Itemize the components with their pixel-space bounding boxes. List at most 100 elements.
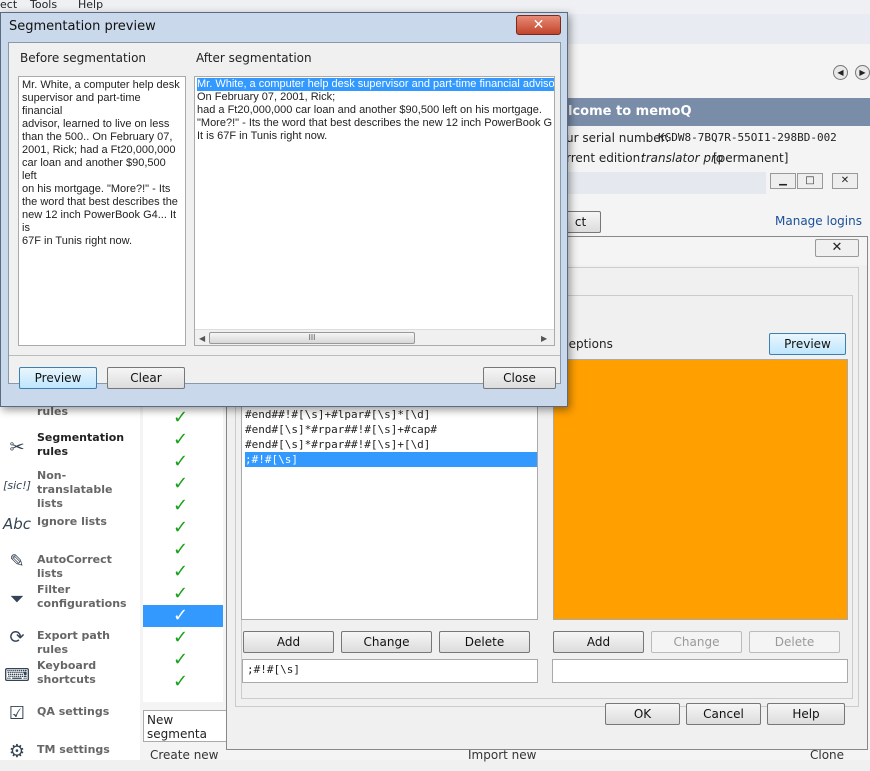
check-icon: ✓: [173, 473, 189, 494]
forward-icon[interactable]: ▶: [855, 65, 870, 80]
sidebar-item-label: rules: [37, 405, 69, 418]
horizontal-scrollbar[interactable]: ◀ III ▶: [195, 329, 554, 345]
filter-icon: ⏷: [9, 589, 25, 610]
rule-item[interactable]: #end#[\s]*#rpar##!#[\s]+[\d]: [245, 437, 537, 452]
sidebar-item-keyboard-shortcuts[interactable]: ⌨ Keyboard shortcuts: [0, 659, 140, 695]
after-segment[interactable]: had a Ft20,000,000 car loan and another …: [197, 104, 552, 117]
check-icon: ✓: [173, 407, 189, 428]
new-segmentation-field[interactable]: New segmenta: [143, 710, 233, 742]
check-icon: ✓: [173, 605, 189, 626]
sidebar-item-label: QA settings: [37, 705, 110, 718]
sic-icon: [sic!]: [3, 479, 31, 492]
add-rule-button[interactable]: Add: [243, 631, 334, 653]
keyboard-icon: ⌨: [4, 665, 30, 686]
scroll-right-icon[interactable]: ▶: [541, 332, 547, 345]
before-line: car loan and another $90,500 left: [22, 157, 166, 182]
sidebar-item-label: Segmentation rules: [37, 431, 125, 458]
sidebar-item-label: AutoCorrect lists: [37, 553, 112, 580]
minimize-icon[interactable]: ▁: [770, 173, 796, 189]
window-controls: ▁ □ ✕: [770, 173, 870, 191]
manage-logins-link[interactable]: Manage logins: [775, 214, 862, 228]
preview-button[interactable]: Preview: [19, 367, 97, 389]
menu-item-help[interactable]: Help: [78, 0, 103, 11]
check-icon: ✓: [173, 539, 189, 560]
after-segment-selected[interactable]: Mr. White, a computer help desk supervis…: [197, 78, 554, 91]
rule-input[interactable]: ;#!#[\s]: [242, 659, 538, 683]
edition-suffix: [permanent]: [713, 151, 789, 165]
autocorrect-icon: ✎: [9, 551, 25, 572]
export-icon: ⟳: [9, 627, 25, 648]
sidebar-item-label: Filter configurations: [37, 583, 127, 610]
clear-button[interactable]: Clear: [107, 367, 185, 389]
scrollbar-thumb[interactable]: III: [209, 332, 415, 344]
check-icon: ✓: [173, 495, 189, 516]
before-line: on his mortgage. "More?!" - Its: [22, 183, 171, 195]
before-line: new 12 inch PowerBook G4... It is: [22, 209, 177, 234]
after-label: After segmentation: [196, 51, 312, 65]
before-label: Before segmentation: [20, 51, 147, 65]
rule-item[interactable]: #end#[\s]*#rpar##!#[\s]+#cap#: [245, 422, 537, 437]
tm-icon: ⚙: [8, 741, 26, 762]
sidebar-item-ignore-lists[interactable]: Abc Ignore lists: [0, 507, 140, 543]
sidebar-item-label: Ignore lists: [37, 515, 107, 528]
scissors-icon: ✂: [9, 437, 25, 458]
dialog-title: Segmentation preview: [9, 19, 156, 34]
edition-label: rrent edition:: [566, 151, 645, 165]
qa-icon: ☑: [8, 703, 26, 724]
maximize-icon[interactable]: □: [797, 173, 823, 189]
after-segment[interactable]: It is 67F in Tunis right now.: [197, 130, 552, 143]
change-exception-button[interactable]: Change: [651, 631, 742, 653]
exception-input[interactable]: [552, 659, 848, 683]
sidebar-item-label: Non-translatable lists: [37, 469, 113, 510]
after-segment[interactable]: "More?!" - Its the word that best descri…: [197, 117, 552, 130]
add-exception-button[interactable]: Add: [553, 631, 644, 653]
sidebar-item-label: TM settings: [37, 743, 110, 756]
after-text-box[interactable]: Mr. White, a computer help desk supervis…: [194, 76, 555, 346]
sidebar-item-label: Export path rules: [37, 629, 110, 656]
change-rule-button[interactable]: Change: [341, 631, 432, 653]
before-line: supervisor and part-time financial: [22, 92, 141, 117]
scroll-left-icon[interactable]: ◀: [199, 332, 205, 345]
check-icon: ✓: [173, 451, 189, 472]
exceptions-preview-button[interactable]: Preview: [769, 333, 846, 355]
sidebar-item-filter-configurations[interactable]: ⏷ Filter configurations: [0, 583, 140, 619]
serial-label: ur serial number:: [566, 131, 670, 145]
sidebar-item-tm-settings[interactable]: ⚙ TM settings: [0, 735, 140, 771]
edition-value: translator pro: [641, 151, 724, 165]
sidebar: rules ✂ Segmentation rules [sic!] Non-tr…: [0, 395, 140, 762]
sidebar-item-autocorrect[interactable]: ✎ AutoCorrect lists: [0, 545, 140, 581]
check-icon: ✓: [173, 517, 189, 538]
rules-list[interactable]: #end##!#[\s]+#lpar#[\s]*[\d] #end#[\s]*#…: [241, 402, 538, 620]
help-button[interactable]: Help: [767, 703, 845, 725]
ok-button[interactable]: OK: [605, 703, 680, 725]
exceptions-list[interactable]: [553, 359, 848, 620]
resource-list: ✓ ✓ ✓ ✓ ✓ ✓ ✓ ✓ ✓ ✓ ✓ ✓ ✓: [143, 402, 223, 702]
sidebar-item-qa-settings[interactable]: ☑ QA settings: [0, 697, 140, 733]
abc-icon: Abc: [2, 515, 32, 533]
close-icon[interactable]: ✕: [516, 15, 561, 35]
rule-item-selected[interactable]: ;#!#[\s]: [245, 452, 537, 467]
menu-item-tools[interactable]: Tools: [30, 0, 57, 11]
sidebar-item-export-path-rules[interactable]: ⟳ Export path rules: [0, 621, 140, 657]
menu-item-project[interactable]: ect: [0, 0, 17, 11]
before-text-box[interactable]: Mr. White, a computer help desk supervis…: [18, 76, 186, 346]
back-icon[interactable]: ◀: [833, 65, 848, 80]
cancel-button[interactable]: Cancel: [686, 703, 761, 725]
rule-item[interactable]: #end##!#[\s]+#lpar#[\s]*[\d]: [245, 407, 537, 422]
before-line: the word that best describes the: [22, 196, 178, 208]
ribbon-area: [568, 14, 870, 44]
delete-exception-button[interactable]: Delete: [749, 631, 840, 653]
delete-rule-button[interactable]: Delete: [439, 631, 530, 653]
close-icon[interactable]: ✕: [815, 239, 859, 257]
sidebar-item-segmentation-rules[interactable]: ✂ Segmentation rules: [0, 431, 140, 467]
close-button[interactable]: Close: [483, 367, 556, 389]
close-icon[interactable]: ✕: [832, 173, 858, 189]
before-line: than the 500.. On February 07,: [22, 131, 173, 143]
before-line: 67F in Tunis right now.: [22, 235, 133, 247]
exceptions-label: ceptions: [562, 337, 613, 351]
segmentation-preview-dialog: Segmentation preview ✕ Before segmentati…: [0, 12, 568, 407]
check-icon: ✓: [173, 627, 189, 648]
after-segment[interactable]: On February 07, 2001, Rick;: [197, 91, 552, 104]
sidebar-item-non-translatable[interactable]: [sic!] Non-translatable lists: [0, 469, 140, 510]
dialog-body: Before segmentation After segmentation M…: [8, 42, 561, 389]
